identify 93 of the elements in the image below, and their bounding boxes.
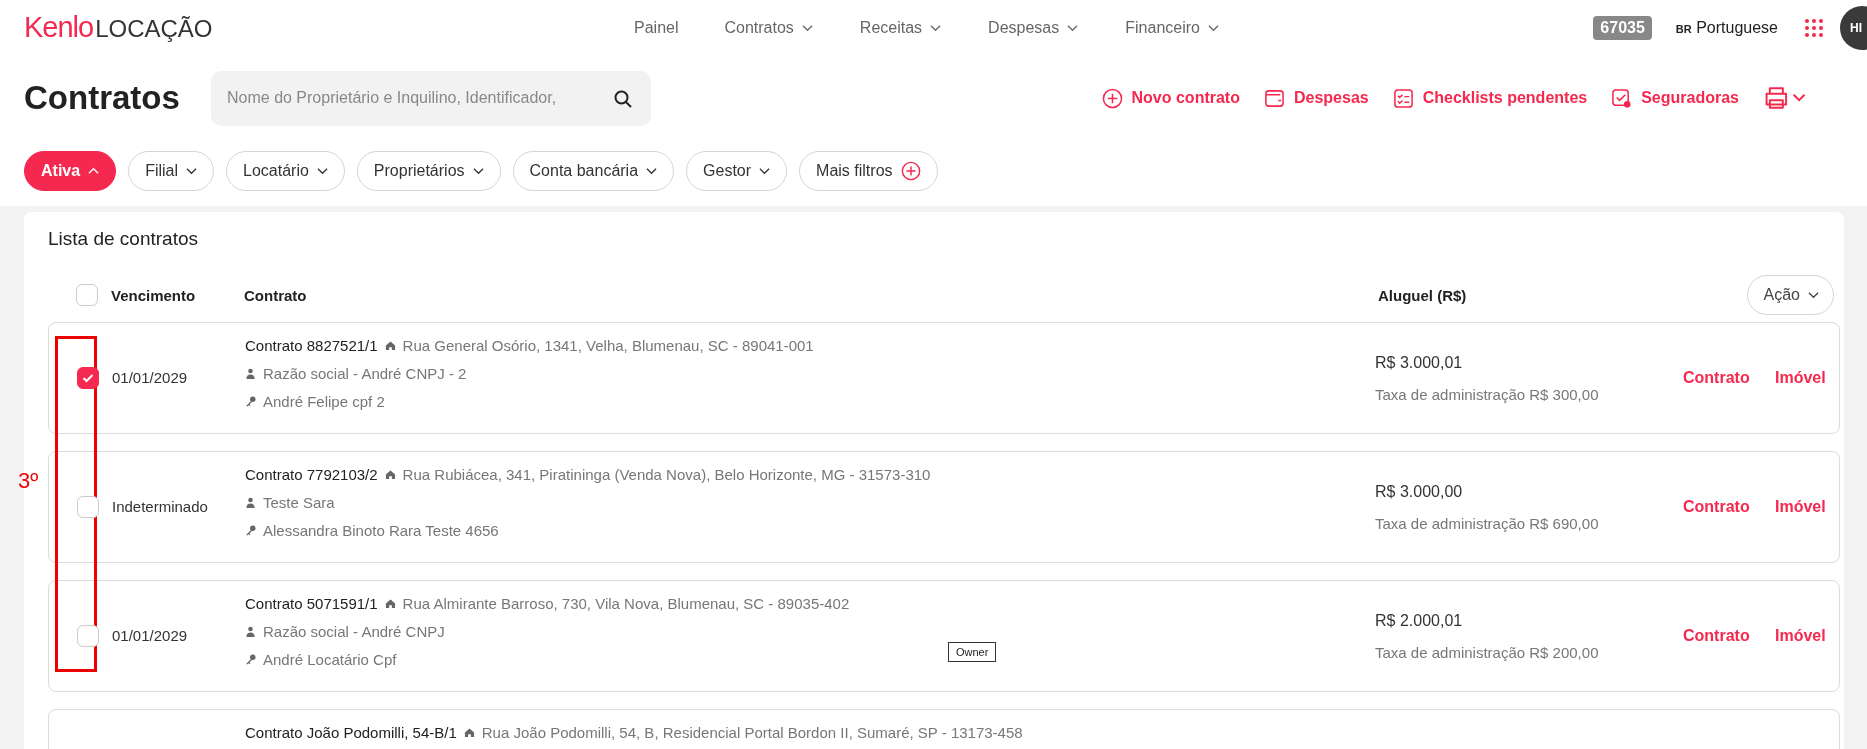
- person-icon: [245, 368, 256, 379]
- due-date: 01/01/2029: [112, 627, 188, 644]
- nav-link[interactable]: Contratos: [724, 18, 794, 37]
- caret-icon: [646, 167, 658, 175]
- contract-number: Contrato 8827521/1: [245, 337, 378, 354]
- caret-icon: [88, 167, 100, 175]
- row-link[interactable]: Imóvel: [1775, 627, 1831, 645]
- column-header: Vencimento: [111, 286, 197, 304]
- contract-number: Contrato 5071591/1: [245, 595, 378, 612]
- caret-icon: [759, 167, 771, 175]
- action-link[interactable]: Seguradoras: [1611, 87, 1739, 109]
- search-icon[interactable]: [613, 88, 633, 109]
- caret-icon[interactable]: [930, 23, 942, 32]
- column-header: Aluguel (R$): [1378, 286, 1468, 304]
- row-link[interactable]: Contrato: [1683, 498, 1775, 516]
- row-link[interactable]: Contrato: [1683, 627, 1775, 645]
- language-selector[interactable]: BR Portuguese: [1675, 18, 1778, 37]
- nav-link[interactable]: Receitas: [859, 18, 923, 37]
- key-icon: [245, 396, 256, 407]
- select-all-checkbox[interactable]: [76, 284, 98, 306]
- filter-chip[interactable]: Filial: [128, 151, 214, 191]
- row-checkbox[interactable]: [77, 367, 99, 389]
- filter-chip[interactable]: Conta bancária: [512, 151, 675, 191]
- wallet-icon: [1263, 87, 1285, 109]
- caret-icon: [186, 167, 197, 175]
- rent-amount: R$ 3.000,00: [1375, 482, 1464, 501]
- logo-product: LOCAÇÃO: [95, 15, 213, 43]
- admin-fee: Taxa de administração R$ 300,00: [1375, 385, 1600, 403]
- plus-circle-icon: [1101, 87, 1123, 109]
- print-menu-button[interactable]: [1763, 85, 1807, 111]
- row-link[interactable]: Contrato: [1683, 369, 1775, 387]
- user-avatar[interactable]: HI: [1840, 5, 1867, 50]
- filter-chip[interactable]: Locatário: [226, 151, 345, 191]
- caret-icon[interactable]: [1067, 23, 1079, 32]
- contract-number: Contrato João Podomilli, 54-B/1: [245, 724, 457, 741]
- filter-chip[interactable]: Ativa: [24, 151, 117, 191]
- rent-amount: R$ 2.000,01: [1375, 611, 1464, 630]
- home-icon: [384, 598, 396, 609]
- caret-icon[interactable]: [801, 23, 813, 32]
- property-address: Rua Rubiácea, 341, Piratininga (Venda Nova), Belo Horizonte, MG - 31573-310: [402, 466, 931, 483]
- checkmark-icon: [82, 373, 94, 383]
- home-icon: [384, 469, 396, 480]
- checkbox-person-icon: [1611, 87, 1633, 109]
- tenant-name: Alessandra Binoto Rara Teste 4656: [263, 522, 499, 539]
- filter-chip[interactable]: Proprietários: [356, 151, 501, 191]
- person-icon: [245, 626, 256, 637]
- checklist-icon: [1392, 87, 1414, 109]
- tenant-name: André Locatário Cpf: [263, 651, 397, 668]
- row-checkbox[interactable]: [77, 496, 99, 518]
- rent-amount: R$ 3.000,01: [1375, 353, 1464, 372]
- caret-icon: [316, 167, 328, 175]
- action-dropdown[interactable]: Ação: [1746, 275, 1834, 315]
- due-date: 01/01/2029: [112, 369, 188, 386]
- property-address: Rua General Osório, 1341, Velha, Blumenau, SC - 89041-001: [402, 337, 814, 354]
- contract-number: Contrato 7792103/2: [245, 466, 378, 483]
- person-icon: [245, 497, 256, 508]
- tenant-name: André Felipe cpf 2: [263, 393, 385, 410]
- tooltip: Owner: [948, 642, 997, 662]
- filter-chip[interactable]: Mais filtros: [799, 151, 938, 191]
- property-address: Rua Almirante Barroso, 730, Vila Nova, Blumenau, SC - 89035-402: [402, 595, 850, 612]
- nav-link[interactable]: Painel: [634, 18, 679, 37]
- row-checkbox[interactable]: [77, 625, 99, 647]
- owner-name: Razão social - André CNPJ - 2: [263, 365, 467, 382]
- home-icon: [463, 727, 475, 738]
- admin-fee: Taxa de administração R$ 690,00: [1375, 514, 1600, 532]
- annotation-label: 3º: [18, 468, 39, 494]
- plus-circle-icon: [900, 161, 921, 181]
- logo-brand: Kenlo: [24, 11, 94, 44]
- apps-grid-icon[interactable]: [1804, 17, 1824, 38]
- key-icon: [245, 525, 256, 536]
- search-field[interactable]: Nome do Proprietário e Inquilino, Identificador,: [211, 70, 651, 126]
- home-icon: [384, 340, 396, 351]
- property-address: Rua João Podomilli, 54, B, Residencial Portal Bordon II, Sumaré, SP - 13173-458: [481, 724, 1023, 741]
- caret-icon[interactable]: [1207, 23, 1219, 32]
- caret-icon: [472, 167, 484, 175]
- owner-name: Teste Sara: [263, 494, 335, 511]
- action-link[interactable]: Checklists pendentes: [1392, 87, 1588, 109]
- due-date: Indeterminado: [112, 498, 208, 515]
- caret-icon: [1808, 291, 1819, 299]
- list-title: Lista de contratos: [48, 227, 199, 251]
- page-title: Contratos: [24, 79, 181, 117]
- row-link[interactable]: Imóvel: [1775, 369, 1831, 387]
- owner-name: Razão social - André CNPJ: [263, 623, 445, 640]
- key-icon: [245, 654, 256, 665]
- row-link[interactable]: Imóvel: [1775, 498, 1831, 516]
- action-link[interactable]: Novo contrato: [1101, 87, 1240, 109]
- account-badge: 67035: [1593, 15, 1652, 40]
- admin-fee: Taxa de administração R$ 200,00: [1375, 643, 1600, 661]
- nav-link[interactable]: Despesas: [988, 18, 1060, 37]
- nav-link[interactable]: Financeiro: [1125, 18, 1200, 37]
- column-header: Contrato: [244, 286, 308, 304]
- action-link[interactable]: Despesas: [1263, 87, 1369, 109]
- filter-chip[interactable]: Gestor: [686, 151, 788, 191]
